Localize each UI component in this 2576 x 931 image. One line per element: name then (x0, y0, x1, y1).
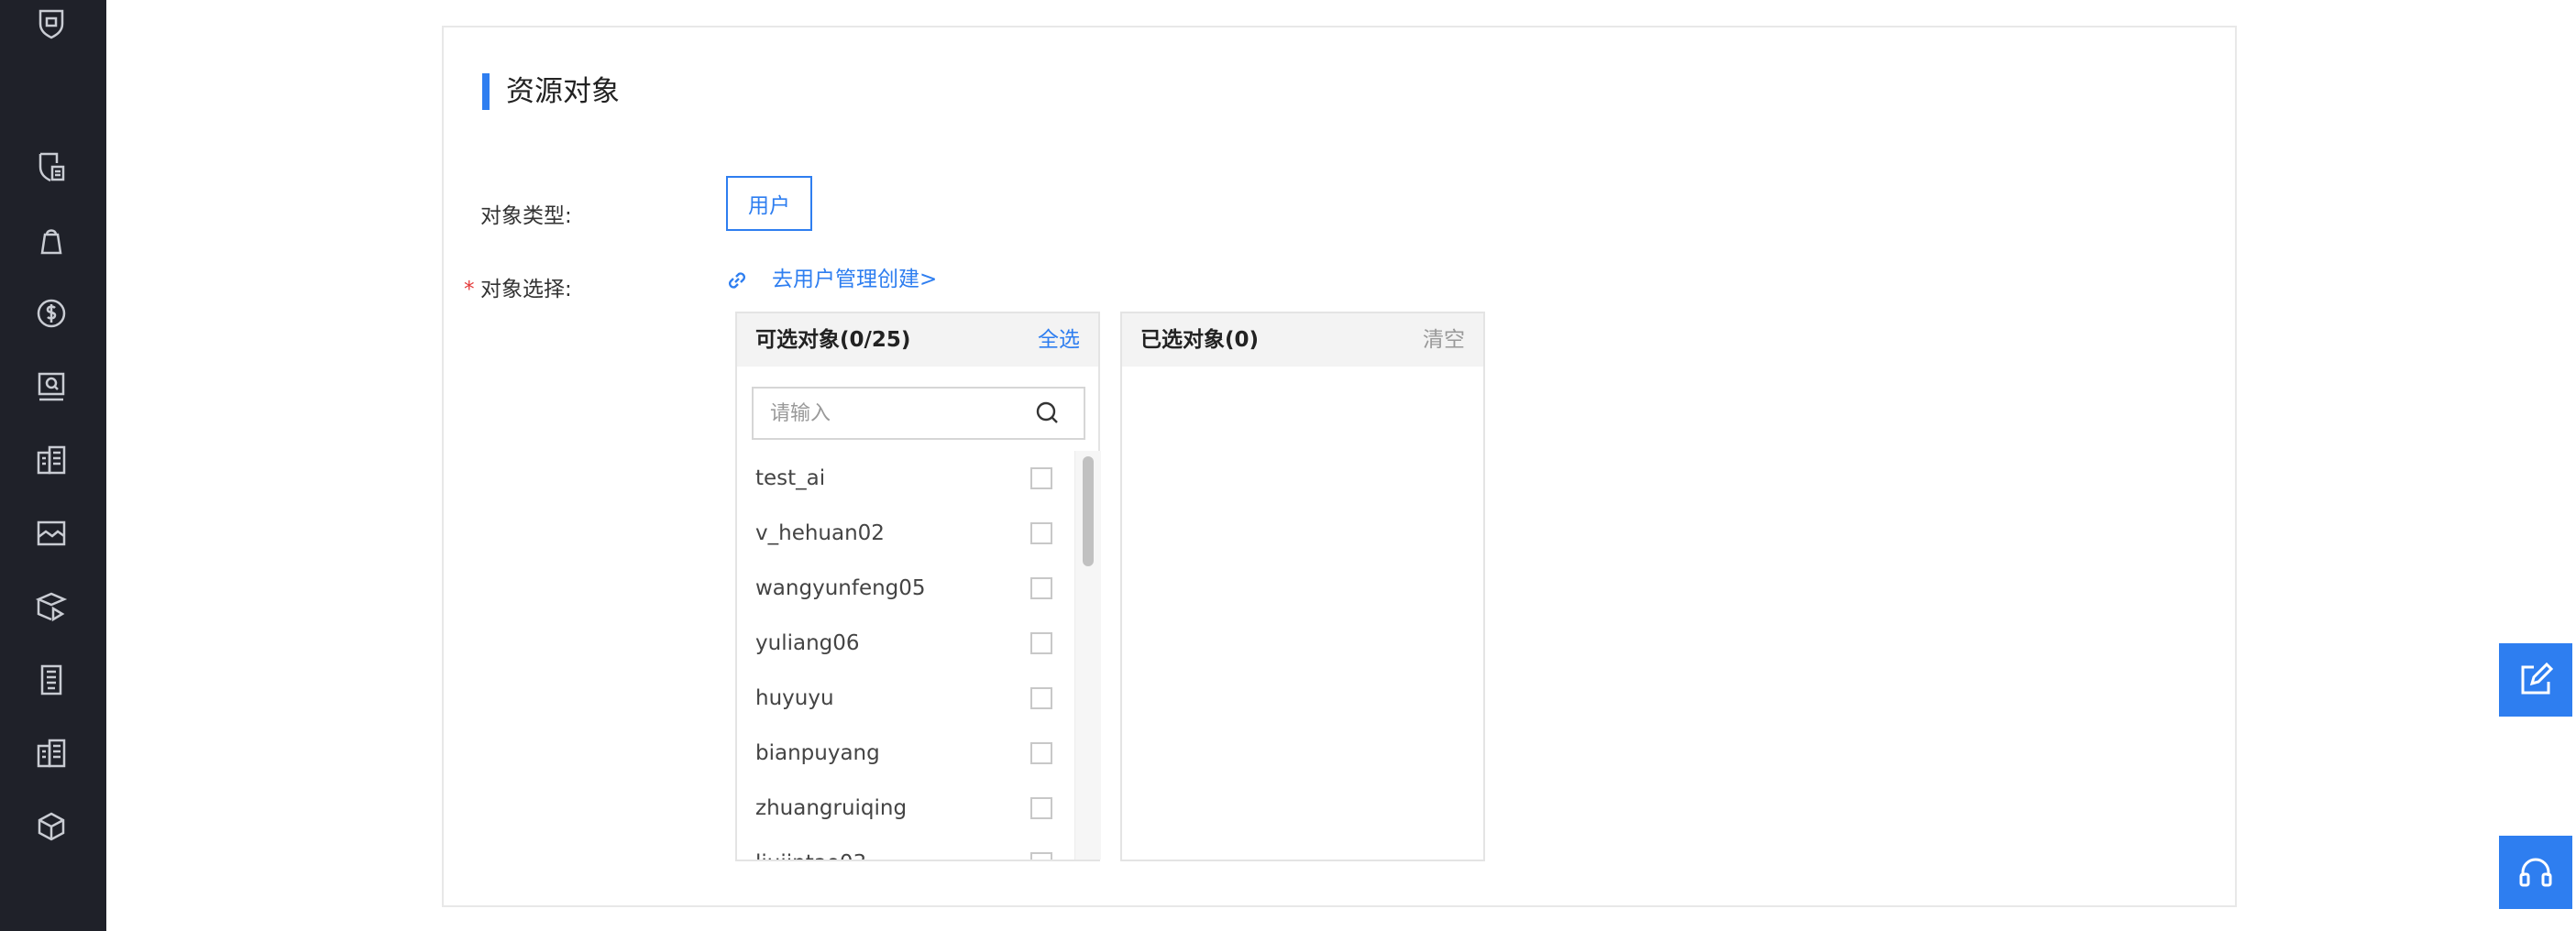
shield-document-icon[interactable] (31, 147, 72, 187)
shield-icon[interactable] (31, 4, 72, 44)
buildings-icon[interactable] (31, 733, 72, 773)
available-panel-title: 可选对象(0/25) (755, 328, 911, 352)
selected-panel-title: 已选对象(0) (1140, 328, 1260, 352)
item-checkbox[interactable] (1030, 577, 1052, 599)
bag-icon[interactable] (31, 220, 72, 260)
customer-service-button[interactable] (2499, 836, 2572, 909)
list-item[interactable]: bianpuyang (737, 726, 1074, 781)
item-checkbox[interactable] (1030, 687, 1052, 709)
scrollbar-thumb[interactable] (1083, 456, 1094, 566)
list-item[interactable]: huyuyu (737, 671, 1074, 726)
section-title: 资源对象 (506, 75, 620, 108)
box-play-icon[interactable] (31, 586, 72, 627)
go-user-management-link[interactable]: 去用户管理创建> (772, 264, 937, 295)
required-mark: * (464, 278, 475, 301)
selected-panel-header: 已选对象(0) 清空 (1122, 313, 1483, 367)
list-scrollbar[interactable] (1074, 451, 1101, 860)
clear-button[interactable]: 清空 (1423, 324, 1465, 356)
list-item[interactable]: v_hehuan02 (737, 506, 1074, 561)
item-checkbox[interactable] (1030, 852, 1052, 860)
building-document-icon[interactable] (31, 660, 72, 700)
section-accent-bar (482, 73, 490, 110)
list-item[interactable]: test_ai (737, 451, 1074, 506)
list-item[interactable]: yuliang06 (737, 616, 1074, 671)
resource-object-card: 资源对象 对象类型: 用户 * 对象选择: 去用户管理创建> 可选对象(0/25… (442, 26, 2237, 907)
link-icon (728, 272, 746, 289)
object-type-user-button[interactable]: 用户 (726, 176, 812, 231)
object-select-label: 对象选择: (480, 278, 572, 301)
headset-icon (2519, 858, 2552, 887)
cube-icon[interactable] (31, 806, 72, 847)
item-checkbox[interactable] (1030, 467, 1052, 489)
available-objects-panel: 可选对象(0/25) 全选 test_ai v_hehuan02 wangyun… (735, 312, 1101, 861)
buildings-icon[interactable] (31, 440, 72, 480)
chart-image-icon[interactable] (31, 513, 72, 553)
sidebar (0, 0, 106, 931)
item-checkbox[interactable] (1030, 522, 1052, 544)
list-item[interactable]: wangyunfeng05 (737, 561, 1074, 616)
dollar-icon[interactable] (31, 293, 72, 334)
item-checkbox[interactable] (1030, 742, 1052, 764)
edit-icon (2521, 662, 2554, 695)
select-all-button[interactable]: 全选 (1038, 324, 1080, 356)
search-icon[interactable] (1032, 398, 1063, 429)
list-item[interactable]: zhuangruiqing (737, 781, 1074, 836)
object-type-label: 对象类型: (480, 204, 572, 228)
selected-objects-panel: 已选对象(0) 清空 (1120, 312, 1485, 861)
available-panel-header: 可选对象(0/25) 全选 (737, 313, 1098, 367)
edit-feedback-button[interactable] (2499, 643, 2572, 717)
monitor-search-icon[interactable] (31, 367, 72, 407)
available-objects-list: test_ai v_hehuan02 wangyunfeng05 yuliang… (737, 451, 1074, 860)
item-checkbox[interactable] (1030, 797, 1052, 819)
list-item[interactable]: liujintao03 (737, 836, 1074, 860)
item-checkbox[interactable] (1030, 632, 1052, 654)
